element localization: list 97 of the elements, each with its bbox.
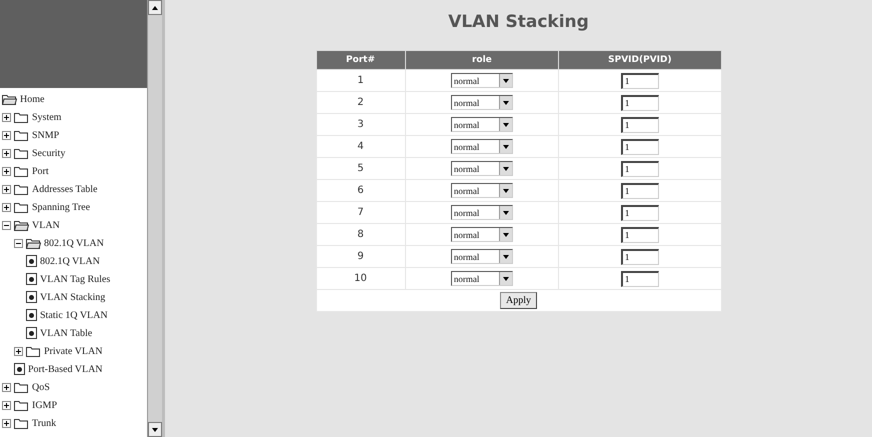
tree-item[interactable]: Home	[20, 94, 44, 104]
spvid-field[interactable]: 1	[620, 72, 659, 88]
spvid-field[interactable]: 1	[620, 116, 659, 132]
tree-item[interactable]: 802.1Q VLAN	[44, 238, 104, 248]
expand-icon[interactable]	[2, 418, 11, 428]
folder-icon	[14, 400, 29, 410]
folder-icon	[14, 112, 29, 122]
folder-icon	[14, 148, 29, 158]
tree-item[interactable]: Spanning Tree	[32, 202, 90, 212]
scrollbar[interactable]	[147, 0, 162, 437]
tree-item[interactable]: VLAN Tag Rules	[40, 274, 110, 284]
page-icon	[14, 363, 25, 375]
folder-icon	[14, 130, 29, 140]
port-cell: 8	[316, 224, 405, 246]
page-icon	[26, 309, 37, 321]
tree-item[interactable]: VLAN Table	[40, 328, 92, 338]
expand-icon[interactable]	[2, 400, 11, 410]
spvid-field[interactable]: 1	[620, 204, 659, 220]
scroll-down-icon	[502, 78, 509, 82]
tree-item[interactable]: Port	[32, 166, 49, 176]
port-cell: 1	[316, 70, 405, 92]
expand-icon[interactable]	[2, 148, 11, 158]
tree-item[interactable]: Addresses Table	[32, 184, 98, 194]
role-select[interactable]: normal	[450, 73, 513, 88]
port-cell: 5	[316, 158, 405, 180]
tree-item[interactable]: VLAN	[32, 220, 60, 230]
scroll-down-icon	[502, 254, 509, 258]
folder-icon	[14, 382, 29, 392]
collapse-icon[interactable]	[2, 220, 11, 230]
spvid-field[interactable]: 1	[620, 270, 659, 286]
role-select[interactable]: normal	[450, 95, 513, 110]
page-title: VLAN Stacking	[448, 12, 589, 32]
column-header: Port#	[316, 50, 405, 70]
folder-icon	[14, 202, 29, 212]
port-cell: 7	[316, 202, 405, 224]
tree-item[interactable]: SNMP	[32, 130, 60, 140]
column-header: role	[405, 50, 559, 70]
port-cell: 3	[316, 114, 405, 136]
spvid-field[interactable]: 1	[620, 182, 659, 198]
scroll-down-icon	[502, 210, 509, 214]
expand-icon[interactable]	[2, 184, 11, 194]
tree-item[interactable]: Trunk	[32, 418, 56, 428]
spvid-field[interactable]: 1	[620, 138, 659, 154]
apply-button[interactable]: Apply	[500, 292, 537, 309]
role-select[interactable]: normal	[450, 205, 513, 220]
expand-icon[interactable]	[2, 130, 11, 140]
page-icon	[26, 327, 37, 339]
expand-icon[interactable]	[2, 166, 11, 176]
scroll-up-icon	[152, 6, 158, 10]
role-select[interactable]: normal	[450, 117, 513, 132]
role-select[interactable]: normal	[450, 161, 513, 176]
collapse-icon[interactable]	[14, 238, 23, 248]
folder-icon	[14, 418, 29, 428]
expand-icon[interactable]	[14, 346, 23, 356]
folder-icon	[14, 166, 29, 176]
tree-item[interactable]: IGMP	[32, 400, 58, 410]
tree-item[interactable]: QoS	[32, 382, 50, 392]
open-folder-icon	[26, 238, 41, 248]
tree-item[interactable]: Static 1Q VLAN	[40, 310, 108, 320]
spvid-field[interactable]: 1	[620, 94, 659, 110]
scroll-down-icon	[152, 428, 158, 432]
expand-icon[interactable]	[2, 112, 11, 122]
port-cell: 4	[316, 136, 405, 158]
scroll-down-icon	[502, 144, 509, 148]
port-cell: 10	[316, 268, 405, 290]
scroll-down-icon	[502, 166, 509, 170]
scroll-down-icon	[502, 122, 509, 126]
port-cell: 6	[316, 180, 405, 202]
scroll-down-icon	[502, 100, 509, 104]
role-select[interactable]: normal	[450, 139, 513, 154]
page-icon	[26, 255, 37, 267]
spvid-field[interactable]: 1	[620, 160, 659, 176]
scroll-down-icon	[502, 276, 509, 280]
folder-icon	[14, 184, 29, 194]
page-icon	[26, 291, 37, 303]
role-select[interactable]: normal	[450, 227, 513, 242]
port-cell: 2	[316, 92, 405, 114]
tree-item[interactable]: Security	[32, 148, 66, 158]
expand-icon[interactable]	[2, 202, 11, 212]
spvid-field[interactable]: 1	[620, 248, 659, 264]
page-icon	[26, 273, 37, 285]
scroll-down-icon	[502, 188, 509, 192]
column-header: SPVID(PVID)	[558, 50, 721, 70]
role-select[interactable]: normal	[450, 249, 513, 264]
port-cell: 9	[316, 246, 405, 268]
folder-icon	[26, 346, 41, 356]
tree-item[interactable]: Private VLAN	[44, 346, 102, 356]
tree-item[interactable]: Port-Based VLAN	[28, 364, 103, 374]
role-select[interactable]: normal	[450, 183, 513, 198]
open-folder-icon	[14, 220, 29, 230]
role-select[interactable]: normal	[450, 271, 513, 286]
scroll-down-icon	[502, 232, 509, 236]
tree-item[interactable]: VLAN Stacking	[40, 292, 106, 302]
spvid-field[interactable]: 1	[620, 226, 659, 242]
tree-item[interactable]: System	[32, 112, 62, 122]
expand-icon[interactable]	[2, 382, 11, 392]
tree-item[interactable]: 802.1Q VLAN	[40, 256, 100, 266]
